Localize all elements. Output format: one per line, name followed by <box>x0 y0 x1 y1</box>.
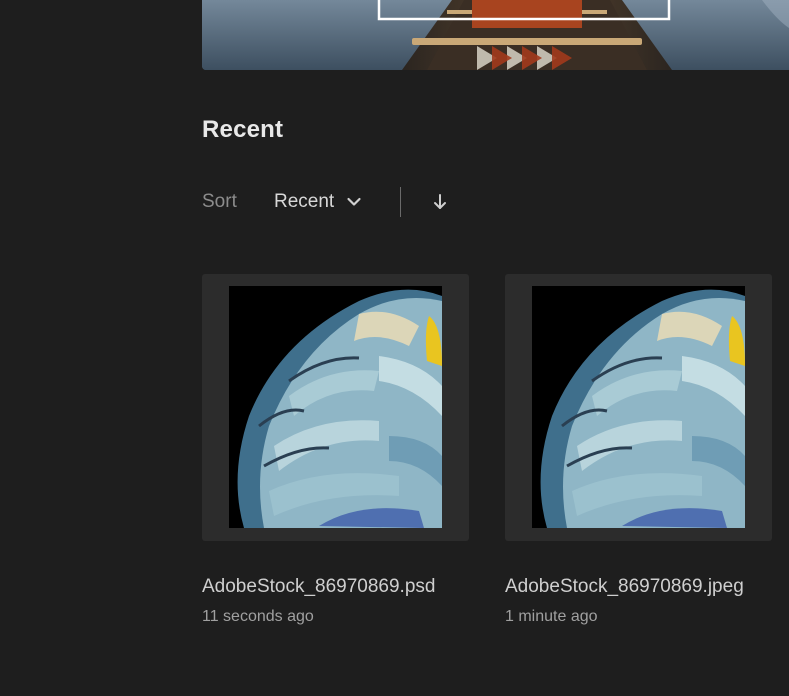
arrow-down-icon <box>434 194 447 209</box>
file-thumbnail <box>532 286 745 528</box>
file-modified-time: 1 minute ago <box>505 608 598 625</box>
section-title-recent: Recent <box>202 116 284 143</box>
sort-dropdown[interactable]: Recent <box>274 191 362 213</box>
sort-dropdown-value: Recent <box>274 191 335 212</box>
file-card[interactable]: AdobeStock_86970869.psd 11 seconds ago <box>202 274 469 625</box>
file-name[interactable]: AdobeStock_86970869.psd <box>202 576 435 598</box>
chevron-down-icon <box>347 197 361 206</box>
file-card[interactable]: AdobeStock_86970869.jpeg 1 minute ago <box>505 274 772 625</box>
file-modified-time: 11 seconds ago <box>202 608 314 625</box>
sort-direction-button[interactable] <box>431 192 449 212</box>
file-name[interactable]: AdobeStock_86970869.jpeg <box>505 576 744 598</box>
file-thumbnail-frame[interactable] <box>505 274 772 541</box>
file-thumbnail-frame[interactable] <box>202 274 469 541</box>
home-page: Recent Sort Recent AdobeStock_86970869.p… <box>0 0 789 696</box>
hero-banner-image[interactable] <box>202 0 789 70</box>
sort-label: Sort <box>202 191 237 212</box>
file-thumbnail <box>229 286 442 528</box>
toolbar-divider <box>400 187 402 217</box>
sort-toolbar: Sort Recent <box>202 184 449 220</box>
